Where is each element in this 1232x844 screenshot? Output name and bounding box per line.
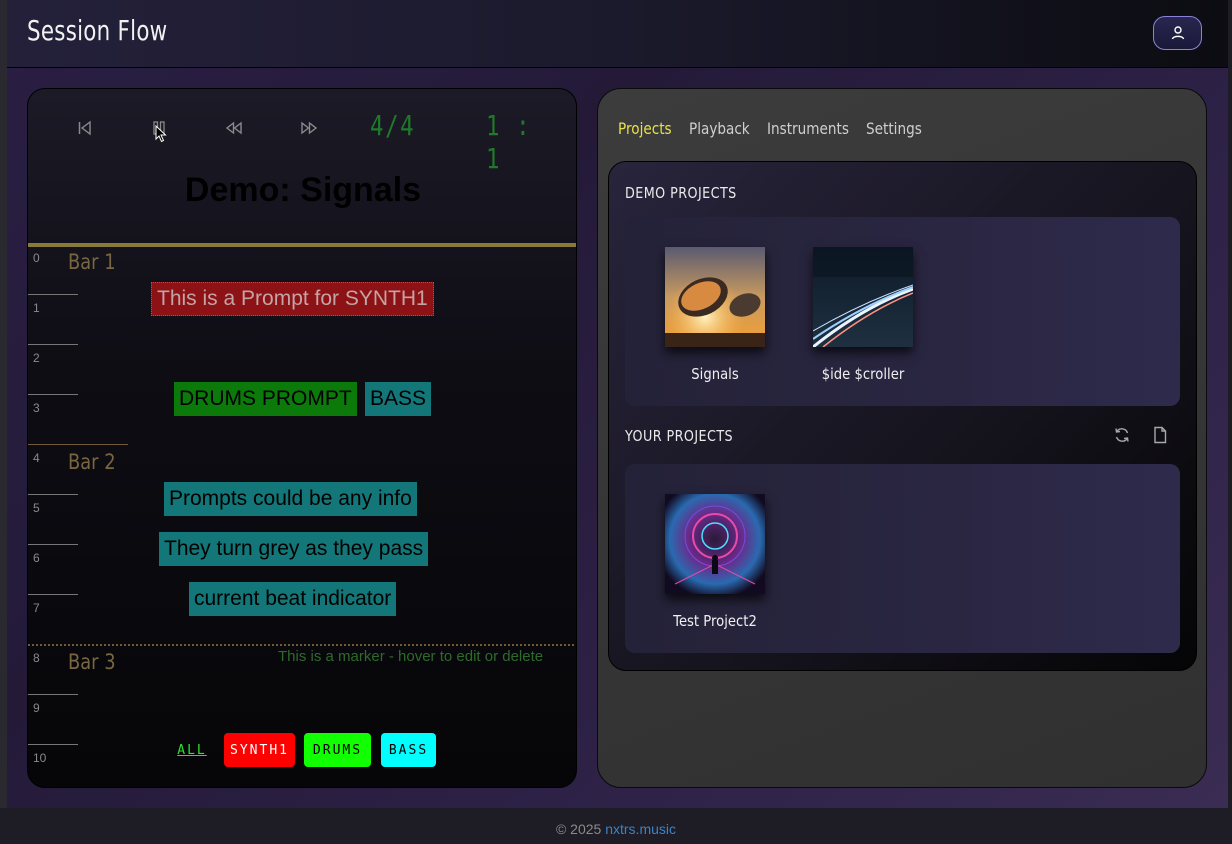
new-project-button[interactable]: [1149, 424, 1171, 446]
app-header: Session Flow: [7, 0, 1228, 68]
bar-label: Bar 2: [68, 450, 116, 474]
sequencer-panel: 4/4 1 : 1 Demo: Signals 0 1 2 3 4 5 6 7 …: [27, 88, 577, 788]
beat-gridline: [28, 694, 78, 695]
beat-gridline: [28, 344, 78, 345]
beat-number: 2: [33, 351, 40, 365]
project-card-test-project2[interactable]: Test Project2: [655, 494, 775, 630]
prompt-bass[interactable]: They turn grey as they pass: [159, 532, 429, 566]
demo-projects-grid: Signals $ide $croller: [625, 217, 1180, 406]
beat-number: 9: [33, 701, 40, 715]
filter-synth-button[interactable]: SYNTH1: [224, 733, 295, 767]
prompt-drums[interactable]: DRUMS PROMPT: [174, 382, 357, 416]
time-signature-display[interactable]: 4/4: [370, 109, 415, 142]
demo-projects-heading: DEMO PROJECTS: [625, 184, 737, 202]
bar-gridline: [28, 444, 128, 445]
prompt-bass[interactable]: current beat indicator: [189, 582, 397, 616]
timeline-top-border: [28, 243, 576, 247]
mouse-cursor-icon: [155, 125, 167, 143]
bar-label: Bar 1: [68, 250, 116, 274]
beat-gridline: [28, 494, 78, 495]
refresh-button[interactable]: [1111, 424, 1133, 446]
project-thumbnail: [665, 494, 765, 594]
position-display: 1 : 1: [486, 109, 532, 175]
your-projects-grid: Test Project2: [625, 464, 1180, 653]
refresh-icon: [1115, 428, 1129, 442]
rewind-icon: [225, 121, 242, 135]
filter-bass-button[interactable]: BASS: [381, 733, 436, 767]
project-thumbnail: [813, 247, 913, 347]
filter-all-button[interactable]: ALL: [176, 733, 208, 767]
tab-instruments[interactable]: Instruments: [767, 119, 849, 138]
fast-forward-icon: [301, 121, 318, 135]
project-name: $ide $croller: [821, 365, 905, 383]
prompt-bass[interactable]: BASS: [365, 382, 432, 416]
beat-gridline: [28, 544, 78, 545]
user-account-button[interactable]: [1153, 16, 1202, 50]
tab-settings[interactable]: Settings: [866, 119, 922, 138]
prompt-bass[interactable]: Prompts could be any info: [164, 482, 417, 516]
beat-gridline: [28, 394, 78, 395]
tab-playback[interactable]: Playback: [689, 119, 750, 138]
transport-bar: 4/4 1 : 1: [28, 89, 576, 175]
beat-gridline: [28, 594, 78, 595]
fast-forward-button[interactable]: [296, 117, 322, 139]
beat-number: 3: [33, 401, 40, 415]
beat-number: 8: [33, 651, 40, 665]
app-root: Session Flow 4/4 1: 1 Demo: Signals 0 1…: [7, 0, 1228, 808]
track-filter-bar: ALL SYNTH1 DRUMS BASS: [28, 733, 576, 767]
marker-label[interactable]: This is a marker - hover to edit or dele…: [278, 648, 543, 665]
beat-gridline: [28, 294, 78, 295]
rewind-button[interactable]: [221, 117, 247, 139]
skip-back-icon: [78, 120, 91, 136]
window-edge: [0, 0, 7, 844]
project-name: Test Project2: [673, 612, 757, 630]
your-projects-heading: YOUR PROJECTS: [625, 427, 734, 445]
user-icon: [1171, 26, 1184, 40]
project-browser-panel: Projects Playback Instruments Settings D…: [597, 88, 1207, 788]
bar-label: Bar 3: [68, 650, 116, 674]
page-footer: © 2025 nxtrs.music: [0, 808, 1232, 844]
beat-number: 1: [33, 301, 40, 315]
projects-container: DEMO PROJECTS Signals $ide $croller YOUR…: [608, 161, 1197, 671]
new-file-icon: [1154, 426, 1167, 444]
project-card-signals[interactable]: Signals: [655, 247, 775, 383]
beat-number: 7: [33, 601, 40, 615]
tab-projects[interactable]: Projects: [618, 119, 672, 138]
beat-number: 6: [33, 551, 40, 565]
marker-line[interactable]: [28, 644, 576, 646]
beat-number: 0: [33, 251, 40, 265]
project-thumbnail: [665, 247, 765, 347]
prompt-synth[interactable]: This is a Prompt for SYNTH1: [151, 282, 434, 316]
project-card-side-scroller[interactable]: $ide $croller: [803, 247, 923, 383]
project-name: Signals: [691, 365, 739, 383]
skip-to-start-button[interactable]: [72, 117, 98, 139]
beat-number: 4: [33, 451, 40, 465]
song-title: Demo: Signals: [184, 171, 422, 209]
app-title: Session Flow: [27, 14, 168, 47]
filter-drums-button[interactable]: DRUMS: [304, 733, 371, 767]
footer-link[interactable]: nxtrs.music: [605, 821, 676, 837]
beat-number: 5: [33, 501, 40, 515]
footer-copyright: © 2025: [555, 821, 606, 837]
